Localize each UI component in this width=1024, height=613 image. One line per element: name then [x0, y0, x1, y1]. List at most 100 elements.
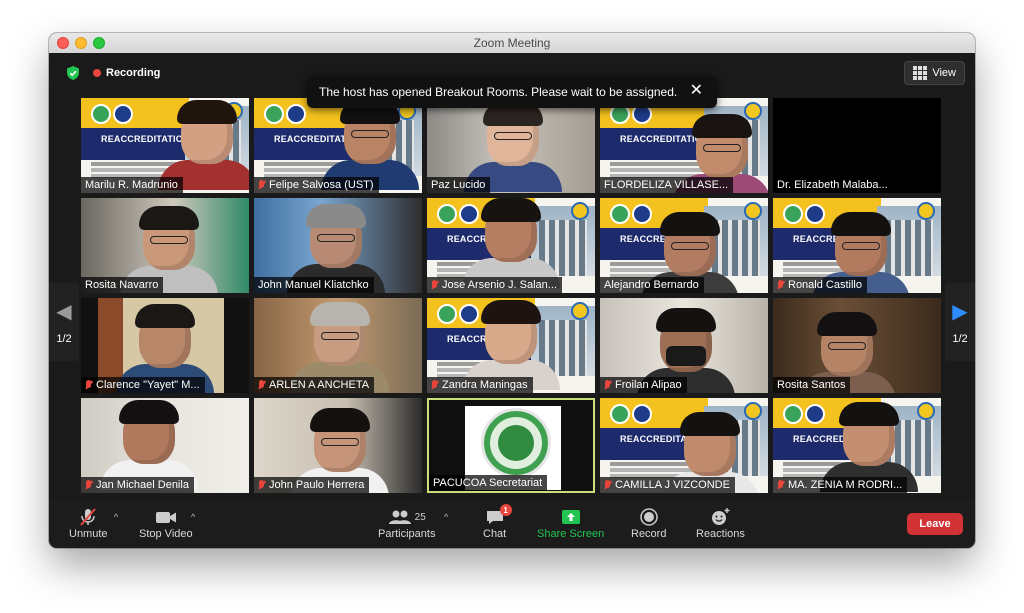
title-bar: Zoom Meeting	[49, 33, 975, 54]
chat-button[interactable]: 1 Chat	[483, 504, 512, 540]
record-label: Record	[631, 528, 667, 540]
smiley-plus-icon	[708, 506, 732, 528]
participant-name: Alejandro Bernardo	[604, 279, 699, 291]
video-tile[interactable]: REACCREDITATION Marilu R. Madrunio	[81, 98, 249, 193]
shield-icon[interactable]	[65, 65, 81, 81]
participant-name: Jan Michael Denila	[96, 479, 189, 491]
participant-name: Froilan Alipao	[615, 379, 682, 391]
video-tile[interactable]: PACUCOA Secretariat	[427, 398, 595, 493]
video-tile[interactable]: ARLEN A ANCHETA	[254, 298, 422, 393]
video-tile[interactable]: REACCREDITATIONAlejandro Bernardo	[600, 198, 768, 293]
record-button[interactable]: Record	[631, 506, 666, 540]
video-tile[interactable]: Rosita Santos	[773, 298, 941, 393]
previous-page-button[interactable]: ◀ 1/2	[49, 283, 79, 361]
leave-button[interactable]: Leave	[907, 513, 963, 535]
meeting-toolbar: Unmute ^ Stop Video ^ 25 Participants ^ …	[49, 500, 975, 548]
participant-name: John Paulo Herrera	[269, 479, 365, 491]
next-page-button[interactable]: ▶ 1/2	[945, 283, 975, 361]
participant-face	[119, 400, 179, 464]
participants-button[interactable]: 25 Participants	[378, 506, 435, 540]
participants-label: Participants	[378, 528, 436, 540]
participant-name-label: Paz Lucido	[427, 177, 491, 193]
video-tile[interactable]: REACCREDITATION Felipe Salvosa (UST)	[254, 98, 422, 193]
participant-name-label: ARLEN A ANCHETA	[254, 377, 375, 393]
participant-name: CAMILLA J VIZCONDE	[615, 479, 730, 491]
participant-name-label: Clarence "Yayet" M...	[81, 377, 205, 393]
participant-name-label: Ronald Castillo	[773, 277, 867, 293]
video-tile[interactable]: Dr. Elizabeth Malaba...	[773, 98, 941, 193]
participant-face	[139, 206, 199, 270]
participant-face	[310, 408, 370, 472]
video-tile[interactable]: REACCREDITATION CAMILLA J VIZCONDE	[600, 398, 768, 493]
participant-name: PACUCOA Secretariat	[433, 477, 543, 489]
video-tile[interactable]: REACCREDITATIONJose Arsenio J. Salan...	[427, 198, 595, 293]
participant-name-label: FLORDELIZA VILLASE...	[600, 177, 734, 193]
window-title: Zoom Meeting	[473, 36, 551, 50]
view-label: View	[932, 67, 956, 79]
video-tile[interactable]: John Paulo Herrera	[254, 398, 422, 493]
share-screen-icon	[560, 506, 582, 528]
arrow-right-icon: ▶	[952, 301, 968, 323]
arrow-left-icon: ◀	[56, 301, 72, 323]
participant-name-label: John Manuel Kliatchko	[254, 277, 374, 293]
chat-badge: 1	[499, 504, 512, 516]
stop-video-button[interactable]: Stop Video	[139, 506, 193, 540]
close-icon[interactable]: ✕	[690, 83, 703, 99]
muted-microphone-icon	[777, 480, 784, 490]
share-screen-label: Share Screen	[537, 528, 605, 540]
participant-name-label: Rosita Santos	[773, 377, 851, 393]
participant-face	[839, 402, 899, 466]
stop-video-label: Stop Video	[139, 528, 193, 540]
video-tile[interactable]: Froilan Alipao	[600, 298, 768, 393]
share-screen-button[interactable]: Share Screen	[537, 506, 604, 540]
unmute-label: Unmute	[69, 528, 108, 540]
view-button[interactable]: View	[904, 61, 965, 85]
grid-icon	[913, 66, 928, 80]
participant-face	[310, 302, 370, 366]
participant-name: ARLEN A ANCHETA	[269, 379, 370, 391]
participant-face	[481, 198, 541, 262]
video-tile[interactable]: REACCREDITATION MA. ZENIA M RODRI...	[773, 398, 941, 493]
participant-name: Zandra Maningas	[442, 379, 528, 391]
video-tile[interactable]: REACCREDITATION FLORDELIZA VILLASE...	[600, 98, 768, 193]
participant-name: Ronald Castillo	[788, 279, 862, 291]
recording-indicator[interactable]: Recording	[93, 65, 160, 81]
unmute-button[interactable]: Unmute	[69, 506, 108, 540]
video-tile[interactable]: REACCREDITATIONRonald Castillo	[773, 198, 941, 293]
participants-options-caret-icon[interactable]: ^	[444, 512, 448, 522]
reactions-button[interactable]: Reactions	[696, 506, 745, 540]
participant-face	[481, 300, 541, 364]
record-icon	[638, 506, 660, 528]
video-tile[interactable]: Rosita Navarro	[81, 198, 249, 293]
participant-name: Clarence "Yayet" M...	[96, 379, 200, 391]
zoom-window: Zoom Meeting Recording View The host has…	[49, 33, 975, 548]
breakout-rooms-notification: The host has opened Breakout Rooms. Plea…	[307, 76, 717, 108]
participant-name: Rosita Santos	[777, 379, 846, 391]
video-tile[interactable]: John Manuel Kliatchko	[254, 198, 422, 293]
participant-name-label: Dr. Elizabeth Malaba...	[773, 177, 893, 193]
participant-name-label: Jose Arsenio J. Salan...	[427, 277, 562, 293]
participant-name: Dr. Elizabeth Malaba...	[777, 179, 888, 191]
video-tile[interactable]: Jan Michael Denila	[81, 398, 249, 493]
muted-microphone-icon	[431, 280, 438, 290]
microphone-muted-icon	[77, 506, 99, 528]
video-options-caret-icon[interactable]: ^	[191, 512, 195, 522]
video-tile[interactable]: Paz Lucido	[427, 98, 595, 193]
participant-face	[817, 312, 877, 376]
participant-name-label: Felipe Salvosa (UST)	[254, 177, 379, 193]
participant-name: John Manuel Kliatchko	[258, 279, 369, 291]
video-tile[interactable]: REACCREDITATIONZandra Maningas	[427, 298, 595, 393]
participant-name: Rosita Navarro	[85, 279, 159, 291]
muted-microphone-icon	[258, 380, 265, 390]
chat-icon: 1	[484, 504, 512, 528]
muted-microphone-icon	[85, 380, 92, 390]
audio-options-caret-icon[interactable]: ^	[114, 512, 118, 522]
video-tile[interactable]: Clarence "Yayet" M...	[81, 298, 249, 393]
participant-name-label: CAMILLA J VIZCONDE	[600, 477, 735, 493]
notification-text: The host has opened Breakout Rooms. Plea…	[319, 85, 678, 99]
participant-face	[692, 114, 752, 178]
muted-microphone-icon	[258, 180, 265, 190]
participants-icon: 25	[388, 506, 426, 528]
reactions-label: Reactions	[696, 528, 745, 540]
muted-microphone-icon	[431, 380, 438, 390]
